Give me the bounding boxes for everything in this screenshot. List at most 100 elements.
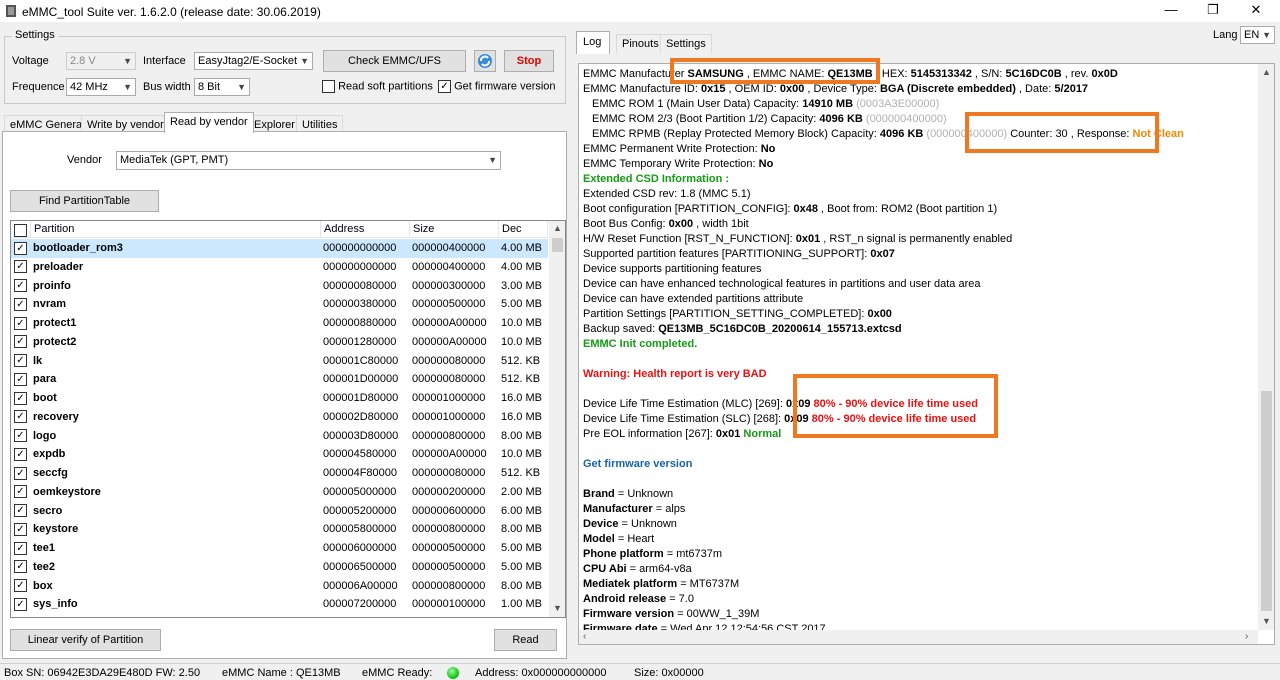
scroll-right-icon[interactable]: › (1245, 631, 1248, 642)
log-line: Supported partition features [PARTITIONI… (583, 248, 895, 260)
cell-address: 000000000000 (323, 242, 397, 254)
col-size[interactable]: Size (409, 221, 499, 238)
table-row[interactable]: ✓ tee2 000006500000 000000500000 5.00 MB (11, 558, 548, 577)
col-partition[interactable]: Partition (30, 221, 321, 238)
col-dec[interactable]: Dec (498, 221, 548, 238)
lang-select[interactable]: EN ▼ (1240, 26, 1275, 44)
checkbox-icon[interactable]: ✓ (14, 391, 27, 405)
checkbox-icon[interactable]: ✓ (14, 279, 27, 293)
table-row[interactable]: ✓ boot 000001D80000 000001000000 16.0 MB (11, 389, 548, 408)
checkbox-icon[interactable]: ✓ (14, 410, 27, 424)
checkbox-icon[interactable]: ✓ (14, 241, 27, 255)
refresh-button[interactable] (474, 50, 496, 72)
scroll-up-icon[interactable]: ▲ (553, 223, 562, 233)
table-scrollbar[interactable]: ▲ ▼ (549, 221, 565, 617)
table-row[interactable]: ✓ seccfg 000004F80000 000000080000 512. KB (11, 464, 548, 483)
table-row[interactable]: ✓ protect2 000001280000 000000A00000 10.0 MB (11, 333, 548, 352)
cell-partition: keystore (33, 523, 79, 536)
table-row[interactable]: ✓ box 000006A00000 000000800000 8.00 MB (11, 577, 548, 596)
log-line: EMMC Temporary Write Protection: No (583, 158, 774, 170)
checkbox-icon[interactable]: ✓ (14, 522, 27, 536)
cell-address: 000000000000 (323, 260, 397, 273)
get-firmware-checkbox[interactable]: ✓ Get firmware version (438, 80, 556, 93)
table-row[interactable]: ✓ preloader 000000000000 000000400000 4.00 M… (11, 258, 548, 277)
linear-verify-button[interactable]: Linear verify of Partition (10, 629, 161, 651)
table-row[interactable]: ✓ para 000001D00000 000000080000 512. KB (11, 370, 548, 389)
scroll-thumb[interactable] (552, 238, 563, 252)
checkbox-icon[interactable]: ✓ (14, 579, 27, 593)
stop-button[interactable]: Stop (504, 50, 554, 72)
tab-settings[interactable]: Settings (660, 34, 712, 53)
read-button[interactable]: Read (494, 629, 557, 651)
checkbox-icon (322, 80, 335, 93)
checkbox-icon[interactable]: ✓ (14, 335, 27, 349)
frequence-select[interactable]: 42 MHz ▼ (66, 78, 136, 96)
check-emmc-button[interactable]: Check EMMC/UFS (323, 50, 466, 72)
table-row[interactable]: ✓ lk 000001C80000 000000080000 512. KB (11, 352, 548, 371)
cell-address: 000001D80000 (323, 392, 399, 404)
table-row[interactable]: ✓ keystore 000005800000 000000800000 8.00 MB (11, 520, 548, 539)
maximize-button[interactable]: ❐ (1190, 0, 1236, 22)
table-row[interactable]: ✓ logo 000003D80000 000000800000 8.00 MB (11, 427, 548, 446)
scroll-thumb[interactable] (1261, 391, 1272, 611)
table-row[interactable]: ✓ expdb 000004580000 000000A00000 10.0 MB (11, 445, 548, 464)
col-address[interactable]: Address (320, 221, 410, 238)
cell-size: 000000080000 (412, 354, 486, 367)
tab-read-by-vendor[interactable]: Read by vendor (164, 112, 254, 133)
checkbox-icon[interactable]: ✓ (14, 485, 27, 499)
scroll-up-icon[interactable]: ▲ (1262, 67, 1271, 77)
led-icon (447, 667, 459, 679)
checkbox-icon[interactable]: ✓ (14, 354, 27, 368)
log-vscrollbar[interactable]: ▲ ▼ (1258, 64, 1274, 630)
table-row[interactable]: ✓ proinfo 000000080000 000000300000 3.00 MB (11, 277, 548, 296)
buswidth-select[interactable]: 8 Bit ▼ (194, 78, 250, 96)
checkbox-icon[interactable]: ✓ (14, 316, 27, 330)
cell-size: 000000200000 (412, 485, 486, 498)
cell-dec: 16.0 MB (501, 410, 542, 423)
table-row[interactable]: ✓ recovery 000002D80000 000001000000 16.0 MB (11, 408, 548, 427)
cell-address: 000005800000 (323, 523, 397, 536)
cell-size: 000000800000 (412, 429, 486, 442)
log-output[interactable]: EMMC Manufacturer SAMSUNG , EMMC NAME: Q… (578, 63, 1275, 645)
checkbox-icon[interactable]: ✓ (14, 504, 27, 518)
checkbox-icon[interactable]: ✓ (14, 372, 27, 386)
status-address: Address: 0x000000000000 (475, 667, 607, 679)
table-row[interactable]: ✓ oemkeystore 000005000000 000000200000 2.00… (11, 483, 548, 502)
checkbox-icon[interactable]: ✓ (14, 560, 27, 574)
vendor-select[interactable]: MediaTek (GPT, PMT) ▼ (116, 151, 501, 170)
window-title: eMMC_tool Suite ver. 1.6.2.0 (release da… (22, 5, 321, 19)
cell-address: 000006A00000 (323, 579, 398, 592)
table-row[interactable]: ✓ secro 000005200000 000000600000 6.00 MB (11, 502, 548, 521)
checkbox-icon[interactable]: ✓ (14, 541, 27, 555)
checkbox-icon[interactable]: ✓ (14, 447, 27, 461)
checkbox-icon[interactable]: ✓ (14, 429, 27, 443)
scroll-down-icon[interactable]: ▼ (553, 603, 562, 613)
dropdown-arrow-icon: ▼ (1262, 30, 1271, 40)
checkbox-icon[interactable]: ✓ (14, 260, 27, 274)
checkbox-icon[interactable]: ✓ (14, 466, 27, 480)
select-all-checkbox[interactable] (11, 221, 31, 238)
cell-dec: 4.00 MB (501, 242, 542, 254)
voltage-select[interactable]: 2.8 V ▼ (66, 52, 136, 70)
table-row[interactable]: ✓ nvram 000000380000 000000500000 5.00 MB (11, 295, 548, 314)
find-partition-table-button[interactable]: Find PartitionTable (10, 190, 159, 212)
table-row[interactable]: ✓ bootloader_rom3 000000000000 000000400000… (11, 239, 548, 258)
scroll-left-icon[interactable]: ‹ (583, 631, 586, 642)
tab-log[interactable]: Log (576, 31, 611, 54)
scroll-down-icon[interactable]: ▼ (1262, 616, 1271, 626)
table-row[interactable]: ✓ sys_info 000007200000 000000100000 1.00 MB (11, 595, 548, 614)
table-row[interactable]: ✓ protect1 000000880000 000000A00000 10.0 MB (11, 314, 548, 333)
lang-label: Lang (1213, 29, 1238, 41)
highlight-box (670, 58, 880, 84)
tab-pinouts[interactable]: Pinouts (616, 34, 665, 53)
minimize-button[interactable]: — (1148, 0, 1194, 22)
log-line: Extended CSD Information : (583, 173, 730, 185)
table-row[interactable]: ✓ tee1 000006000000 000000500000 5.00 MB (11, 539, 548, 558)
read-soft-partitions-checkbox[interactable]: Read soft partitions (322, 80, 433, 93)
log-hscrollbar[interactable]: ‹ › (579, 630, 1258, 644)
checkbox-icon[interactable]: ✓ (14, 297, 27, 311)
log-line: Boot Bus Config: 0x00 , width 1bit (583, 218, 749, 230)
checkbox-icon[interactable]: ✓ (14, 597, 27, 611)
interface-select[interactable]: EasyJtag2/E-Socket ▼ (194, 52, 313, 70)
close-button[interactable]: ✕ (1233, 0, 1279, 22)
